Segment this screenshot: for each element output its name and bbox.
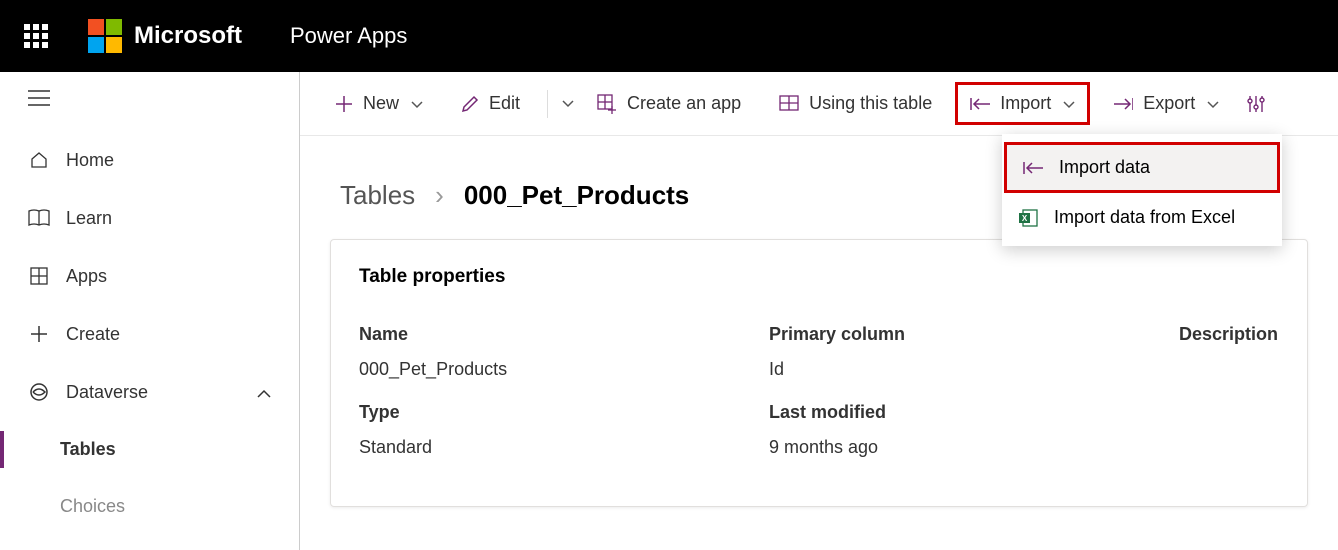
- plus-icon: [28, 323, 50, 345]
- table-properties-card: Table properties Name 000_Pet_Products T…: [330, 239, 1308, 507]
- home-icon: [28, 149, 50, 171]
- excel-icon: X: [1018, 208, 1040, 228]
- label-type: Type: [359, 402, 769, 423]
- sliders-icon: [1247, 95, 1265, 113]
- hamburger-icon[interactable]: [0, 90, 299, 131]
- create-app-button[interactable]: Create an app: [582, 82, 756, 125]
- label-modified: Last modified: [769, 402, 1179, 423]
- value-type: Standard: [359, 437, 769, 458]
- label-description: Description: [1179, 324, 1279, 345]
- button-label: Create an app: [627, 93, 741, 114]
- svg-text:X: X: [1022, 214, 1028, 223]
- import-icon: [970, 97, 990, 111]
- sidebar-item-dataverse[interactable]: Dataverse: [0, 363, 299, 421]
- brand-text: Microsoft: [134, 22, 242, 50]
- grid-plus-icon: [597, 94, 617, 114]
- sidebar-label: Tables: [60, 439, 116, 460]
- export-icon: [1113, 97, 1133, 111]
- import-button[interactable]: Import: [955, 82, 1090, 125]
- using-table-button[interactable]: Using this table: [764, 82, 947, 125]
- sidebar-item-apps[interactable]: Apps: [0, 247, 299, 305]
- dropdown-label: Import data from Excel: [1054, 207, 1235, 228]
- value-name: 000_Pet_Products: [359, 359, 769, 380]
- sidebar-label: Dataverse: [66, 382, 148, 403]
- pencil-icon: [461, 95, 479, 113]
- breadcrumb-root[interactable]: Tables: [340, 180, 415, 211]
- grid-icon: [28, 265, 50, 287]
- breadcrumb-separator: ›: [435, 180, 444, 211]
- import-dropdown: Import data X Import data from Excel: [1002, 134, 1282, 246]
- export-button[interactable]: Export: [1098, 82, 1234, 125]
- app-name: Power Apps: [290, 23, 407, 49]
- button-label: New: [363, 93, 399, 114]
- divider: [547, 90, 548, 118]
- button-label: Import: [1000, 93, 1051, 114]
- value-primary: Id: [769, 359, 1179, 380]
- button-label: Edit: [489, 93, 520, 114]
- value-modified: 9 months ago: [769, 437, 1179, 458]
- sidebar: Home Learn Apps Create Dataverse Tables …: [0, 72, 300, 550]
- chevron-down-icon[interactable]: [562, 95, 574, 113]
- sidebar-item-tables[interactable]: Tables: [0, 421, 299, 478]
- sidebar-label: Create: [66, 324, 120, 345]
- import-excel-item[interactable]: X Import data from Excel: [1002, 195, 1282, 240]
- import-data-item[interactable]: Import data: [1004, 142, 1280, 193]
- sidebar-item-create[interactable]: Create: [0, 305, 299, 363]
- new-button[interactable]: New: [320, 82, 438, 125]
- breadcrumb-current: 000_Pet_Products: [464, 180, 689, 211]
- plus-icon: [335, 95, 353, 113]
- card-title: Table properties: [359, 266, 1279, 288]
- book-icon: [28, 207, 50, 229]
- global-header: Microsoft Power Apps: [0, 0, 1338, 72]
- dataverse-icon: [28, 381, 50, 403]
- label-primary: Primary column: [769, 324, 1179, 345]
- button-label: Using this table: [809, 93, 932, 114]
- sidebar-item-learn[interactable]: Learn: [0, 189, 299, 247]
- sidebar-item-home[interactable]: Home: [0, 131, 299, 189]
- sidebar-label: Home: [66, 150, 114, 171]
- chevron-up-icon: [257, 382, 271, 403]
- sidebar-item-choices[interactable]: Choices: [0, 478, 299, 535]
- chevron-down-icon: [411, 93, 423, 114]
- microsoft-logo-icon: [88, 19, 122, 53]
- command-bar: New Edit Create an app Using this table …: [300, 72, 1338, 136]
- sidebar-label: Choices: [60, 496, 125, 517]
- chevron-down-icon: [1207, 93, 1219, 114]
- app-launcher-icon[interactable]: [24, 24, 48, 48]
- edit-button[interactable]: Edit: [446, 82, 535, 125]
- sidebar-label: Learn: [66, 208, 112, 229]
- dropdown-label: Import data: [1059, 157, 1150, 178]
- chevron-down-icon: [1063, 93, 1075, 114]
- table-icon: [779, 95, 799, 113]
- sidebar-label: Apps: [66, 266, 107, 287]
- settings-button[interactable]: [1242, 84, 1270, 124]
- import-icon: [1023, 161, 1045, 175]
- label-name: Name: [359, 324, 769, 345]
- button-label: Export: [1143, 93, 1195, 114]
